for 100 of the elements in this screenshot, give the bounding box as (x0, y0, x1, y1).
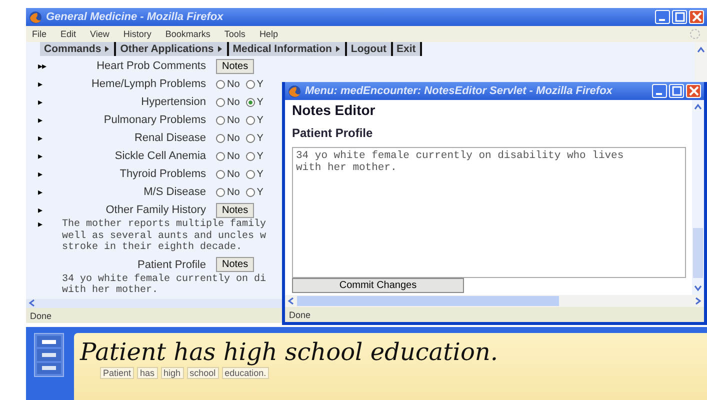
section-heading: Patient Profile (292, 126, 374, 140)
field-label: Pulmonary Problems (102, 114, 207, 126)
browser-logo-icon (288, 84, 301, 98)
radio-button[interactable] (246, 98, 255, 106)
radio-button[interactable] (216, 152, 225, 160)
radio-label: No (227, 150, 240, 162)
menu-item[interactable]: Bookmarks (165, 29, 210, 39)
field-label: Heme/Lymph Problems (90, 78, 207, 90)
window-title: Menu: medEncounter: NotesEditor Servlet - Mozilla Firefox (305, 85, 614, 97)
command-menu-item[interactable]: Medical Information (228, 42, 347, 56)
minimize-icon (656, 93, 662, 95)
maximize-button[interactable] (672, 10, 687, 24)
bar-icon (42, 340, 56, 344)
expand-arrow-icon[interactable]: ▸ (38, 115, 42, 125)
command-menu-item[interactable]: Commands (40, 42, 116, 56)
close-icon (688, 86, 698, 96)
radio-label: No (227, 96, 240, 108)
commit-changes-button[interactable]: Commit Changes (292, 278, 464, 293)
scroll-down-icon[interactable] (694, 284, 702, 292)
expand-arrow-icon[interactable]: ▸ (38, 219, 42, 229)
radio-button[interactable] (246, 152, 255, 160)
command-menu-item[interactable]: Other Applications (116, 42, 229, 56)
menu-item[interactable]: Edit (60, 29, 76, 39)
minimize-button[interactable] (655, 10, 670, 24)
toolbar-button[interactable] (37, 336, 61, 348)
expand-arrow-icon[interactable]: ▸ (38, 205, 42, 215)
maximize-icon (672, 86, 682, 96)
field-label: M/S Disease (142, 186, 207, 198)
expand-arrow-icon[interactable]: ▸ (38, 169, 42, 179)
maximize-button[interactable] (669, 84, 684, 98)
command-menu-item[interactable]: Logout (346, 42, 392, 56)
page-heading: Notes Editor (292, 102, 376, 118)
scroll-right-icon[interactable] (694, 297, 702, 305)
close-button[interactable] (686, 84, 701, 98)
status-text: Done (289, 310, 311, 320)
radio-button[interactable] (246, 116, 255, 124)
note-text: The mother reports multiple family (62, 219, 266, 230)
toolbar-button[interactable] (37, 362, 61, 374)
horizontal-scrollbar[interactable] (285, 295, 704, 307)
toolbar-button[interactable] (37, 349, 61, 361)
radio-label: No (227, 186, 240, 198)
note-text: stroke in their eighth decade. (62, 242, 244, 254)
recognized-word[interactable]: school (186, 367, 219, 379)
radio-label: No (227, 168, 240, 180)
window-title: General Medicine - Mozilla Firefox (46, 11, 224, 23)
field-label: Thyroid Problems (118, 168, 207, 180)
expand-arrow-icon[interactable]: ▸ (38, 79, 42, 89)
radio-button[interactable] (246, 80, 255, 88)
notes-text-area[interactable]: 34 yo white female currently on disability who lives with her mother. (292, 147, 686, 278)
radio-button[interactable] (216, 134, 225, 142)
menu-item[interactable]: History (123, 29, 152, 39)
command-menu-item[interactable]: Exit (392, 42, 422, 56)
radio-button[interactable] (246, 170, 255, 178)
radio-button[interactable] (246, 134, 255, 142)
field-label: Hypertension (140, 96, 207, 108)
radio-button[interactable] (216, 98, 225, 106)
radio-button[interactable] (216, 80, 225, 88)
radio-button[interactable] (216, 188, 225, 196)
radio-label: No (227, 78, 240, 90)
recognized-word[interactable]: Patient (100, 367, 134, 379)
recognized-word[interactable]: education. (222, 367, 270, 379)
close-button[interactable] (689, 10, 704, 24)
field-label: Heart Prob Comments (96, 60, 207, 72)
radio-label: No (227, 114, 240, 126)
note-text: 34 yo white female currently on di (62, 274, 266, 284)
browser-logo-icon (29, 10, 42, 24)
notes-button[interactable]: Notes (216, 202, 254, 218)
expand-arrow-icon[interactable]: ▸ (38, 187, 42, 197)
note-text: well as several aunts and uncles w (62, 230, 266, 242)
bar-icon (42, 352, 56, 357)
radio-button[interactable] (216, 170, 225, 178)
menu-item[interactable]: Tools (224, 29, 246, 39)
radio-button[interactable] (216, 116, 225, 124)
scrollbar-thumb[interactable] (297, 296, 559, 306)
vertical-scrollbar[interactable] (692, 100, 704, 295)
scroll-up-icon[interactable] (694, 103, 702, 111)
recognized-word[interactable]: has (137, 367, 158, 379)
radio-label: Y (256, 132, 264, 144)
notes-button[interactable]: Notes (216, 257, 254, 272)
status-text: Done (30, 310, 52, 320)
writing-area[interactable]: Patient has high school education. Patient has high school education. (74, 333, 707, 400)
handwritten-ink: Patient has high school education. (80, 337, 499, 367)
close-icon (692, 12, 702, 22)
radio-label: Y (256, 186, 264, 198)
menu-item[interactable]: View (90, 29, 110, 39)
expand-arrow-icon[interactable]: ▸ (38, 151, 42, 161)
expand-arrow-icon[interactable]: ▸ (38, 133, 42, 143)
menu-item[interactable]: File (32, 29, 47, 39)
scrollbar-thumb[interactable] (693, 228, 703, 278)
radio-button[interactable] (246, 188, 255, 196)
scroll-left-icon[interactable] (287, 297, 295, 305)
expand-arrow-icon[interactable]: ▸ (38, 97, 42, 107)
minimize-button[interactable] (652, 84, 667, 98)
recognized-word[interactable]: high (160, 367, 184, 379)
radio-label: No (227, 132, 240, 144)
notes-button[interactable]: Notes (216, 58, 254, 74)
scroll-left-icon[interactable] (28, 299, 36, 308)
menu-item[interactable]: Help (259, 29, 278, 39)
expand-arrow-icon[interactable]: ▸▸ (38, 61, 46, 71)
scroll-up-icon[interactable] (697, 46, 705, 54)
